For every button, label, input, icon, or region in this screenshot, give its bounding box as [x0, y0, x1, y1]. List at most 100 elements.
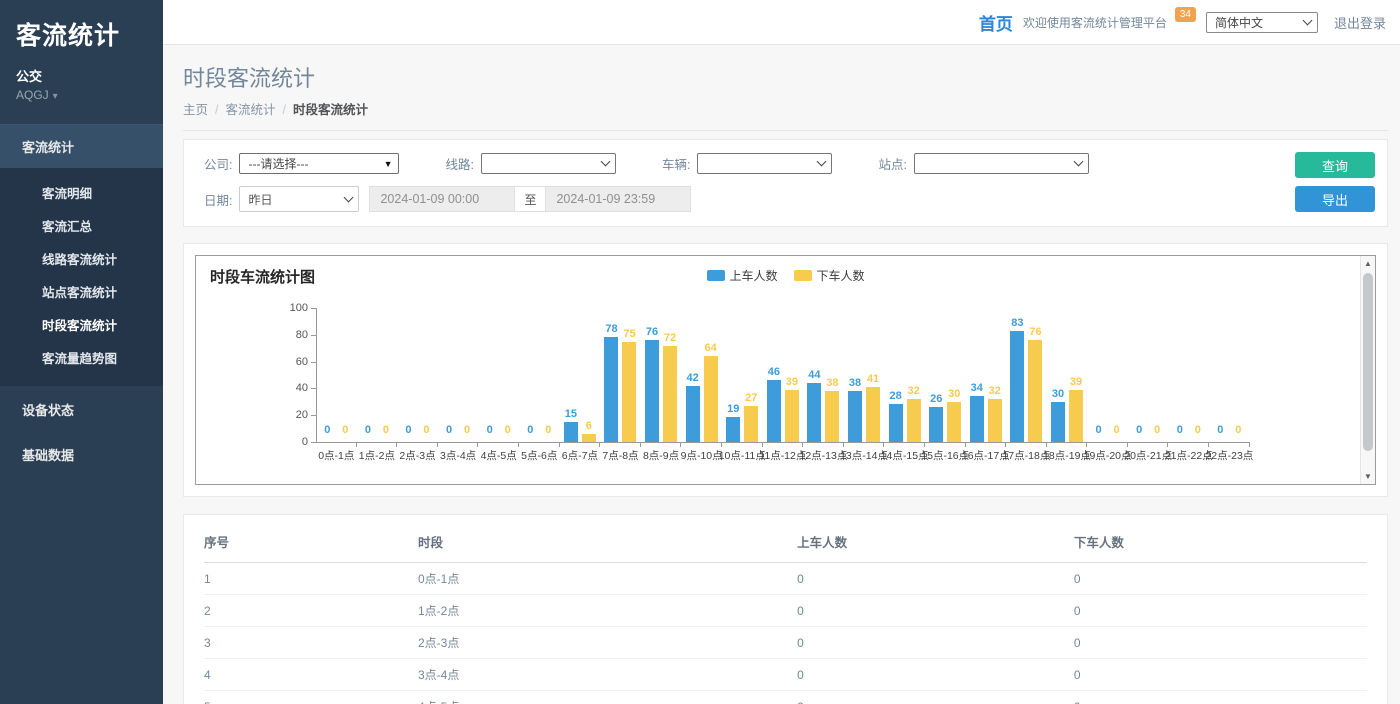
- chart-bar[interactable]: [582, 434, 596, 442]
- chart-bar[interactable]: [622, 342, 636, 443]
- y-axis-label: 80: [276, 329, 308, 341]
- chart-bar[interactable]: [1069, 390, 1083, 442]
- bar-group: 1927: [722, 308, 763, 442]
- bar-column: 34: [970, 308, 984, 442]
- sidebar-item-line-flow-stats[interactable]: 线路客流统计: [0, 242, 163, 275]
- bar-column: 0: [541, 308, 555, 442]
- bar-value-label: 27: [745, 393, 757, 404]
- language-select[interactable]: 简体中文: [1206, 12, 1318, 33]
- chart-bar[interactable]: [663, 346, 677, 442]
- bar-group: 00: [478, 308, 519, 442]
- chart-bar[interactable]: [947, 402, 961, 442]
- bar-group: 4264: [681, 308, 722, 442]
- date-from-input[interactable]: [369, 186, 515, 212]
- bar-column: 0: [1173, 308, 1187, 442]
- x-axis-label: 2点-3点: [397, 445, 438, 459]
- bar-value-label: 0: [545, 425, 551, 436]
- bar-column: 78: [604, 308, 618, 442]
- x-axis-label: 4点-5点: [478, 445, 519, 459]
- sidebar-item-period-flow-stats[interactable]: 时段客流统计: [0, 308, 163, 341]
- chart-bar[interactable]: [866, 387, 880, 442]
- logout-link[interactable]: 退出登录: [1334, 13, 1386, 32]
- legend-item[interactable]: 下车人数: [794, 267, 865, 284]
- x-axis-label: 20点-21点: [1128, 445, 1169, 459]
- vehicle-select[interactable]: [697, 153, 832, 174]
- table-cell: 2点-3点: [418, 627, 797, 659]
- chart-bar[interactable]: [604, 337, 618, 442]
- breadcrumb-item[interactable]: 主页: [183, 103, 208, 117]
- chart-bar[interactable]: [726, 417, 740, 442]
- chart-bar[interactable]: [1051, 402, 1065, 442]
- breadcrumb: 主页/客流统计/时段客流统计: [183, 99, 1388, 131]
- chart-bar[interactable]: [825, 391, 839, 442]
- y-axis-label: 100: [276, 302, 308, 314]
- date-preset-select[interactable]: 昨日: [239, 186, 359, 212]
- app-logo[interactable]: 客流统计: [0, 0, 163, 52]
- chart-bar[interactable]: [907, 399, 921, 442]
- export-button[interactable]: 导出: [1295, 186, 1375, 212]
- sidebar-item-device-status[interactable]: 设备状态: [0, 388, 163, 431]
- welcome-text: 欢迎使用客流统计管理平台: [1023, 14, 1167, 31]
- sidebar-item-base-data[interactable]: 基础数据: [0, 433, 163, 476]
- bar-group: 00: [1128, 308, 1169, 442]
- filter-row-2: 日期: 昨日 至: [204, 186, 1277, 212]
- bar-column: 38: [825, 308, 839, 442]
- bar-column: 0: [1110, 308, 1124, 442]
- date-to-input[interactable]: [545, 186, 691, 212]
- x-axis-label: 15点-16点: [925, 445, 966, 459]
- bar-value-label: 75: [623, 329, 635, 340]
- sidebar-item-passenger-flow-stats[interactable]: 客流统计: [0, 124, 163, 168]
- chart-bar[interactable]: [848, 391, 862, 442]
- bar-group: 3841: [844, 308, 885, 442]
- query-button[interactable]: 查询: [1295, 152, 1375, 178]
- bar-column: 83: [1010, 308, 1024, 442]
- breadcrumb-item[interactable]: 客流统计: [226, 103, 276, 117]
- company-value: ---请选择---: [248, 155, 308, 172]
- chart-bar[interactable]: [564, 422, 578, 442]
- chart-bar[interactable]: [929, 407, 943, 442]
- legend-label: 上车人数: [729, 267, 777, 284]
- chart-bar[interactable]: [889, 404, 903, 442]
- home-link[interactable]: 首页: [979, 10, 1013, 35]
- notification-badge[interactable]: 34: [1175, 7, 1196, 22]
- chart-bar[interactable]: [645, 340, 659, 442]
- scroll-up-icon[interactable]: ▲: [1361, 256, 1375, 271]
- chart-bar[interactable]: [970, 396, 984, 442]
- scrollbar-thumb[interactable]: [1363, 273, 1373, 451]
- chart-bar[interactable]: [1028, 340, 1042, 442]
- user-menu[interactable]: AQGJ▾: [16, 88, 163, 102]
- bar-value-label: 0: [383, 425, 389, 436]
- station-select[interactable]: [914, 153, 1089, 174]
- sidebar-item-flow-trend-chart[interactable]: 客流量趋势图: [0, 341, 163, 374]
- chart-bar[interactable]: [807, 383, 821, 442]
- line-label: 线路:: [445, 154, 473, 173]
- chart-bar[interactable]: [686, 386, 700, 442]
- company-select[interactable]: ---请选择--- ▼: [239, 153, 399, 174]
- table-cell: 0: [797, 691, 1074, 704]
- bar-group: 00: [1209, 308, 1250, 442]
- chart-scrollbar[interactable]: ▲ ▼: [1360, 256, 1375, 484]
- bar-value-label: 6: [586, 421, 592, 432]
- scroll-down-icon[interactable]: ▼: [1361, 469, 1375, 484]
- chart-bar[interactable]: [988, 399, 1002, 442]
- chart-bar[interactable]: [767, 380, 781, 442]
- chart-bar[interactable]: [785, 390, 799, 442]
- sidebar-item-station-flow-stats[interactable]: 站点客流统计: [0, 275, 163, 308]
- y-axis-label: 60: [276, 356, 308, 368]
- breadcrumb-separator: /: [215, 103, 218, 117]
- bar-value-label: 38: [849, 378, 861, 389]
- sidebar-item-flow-summary[interactable]: 客流汇总: [0, 209, 163, 242]
- company-filter: 公司: ---请选择--- ▼: [204, 153, 399, 174]
- bar-column: 0: [401, 308, 415, 442]
- sidebar-item-flow-detail[interactable]: 客流明细: [0, 176, 163, 209]
- legend-item[interactable]: 上车人数: [706, 267, 777, 284]
- table-header-cell: 下车人数: [1074, 519, 1367, 563]
- chart-bar[interactable]: [1010, 331, 1024, 442]
- line-select[interactable]: [481, 153, 616, 174]
- date-range-separator: 至: [515, 186, 545, 212]
- chart-bar[interactable]: [704, 356, 718, 442]
- bar-value-label: 39: [1070, 377, 1082, 388]
- chart-bar[interactable]: [744, 406, 758, 442]
- bar-value-label: 0: [1177, 425, 1183, 436]
- profile-block: 公交 AQGJ▾: [0, 52, 163, 102]
